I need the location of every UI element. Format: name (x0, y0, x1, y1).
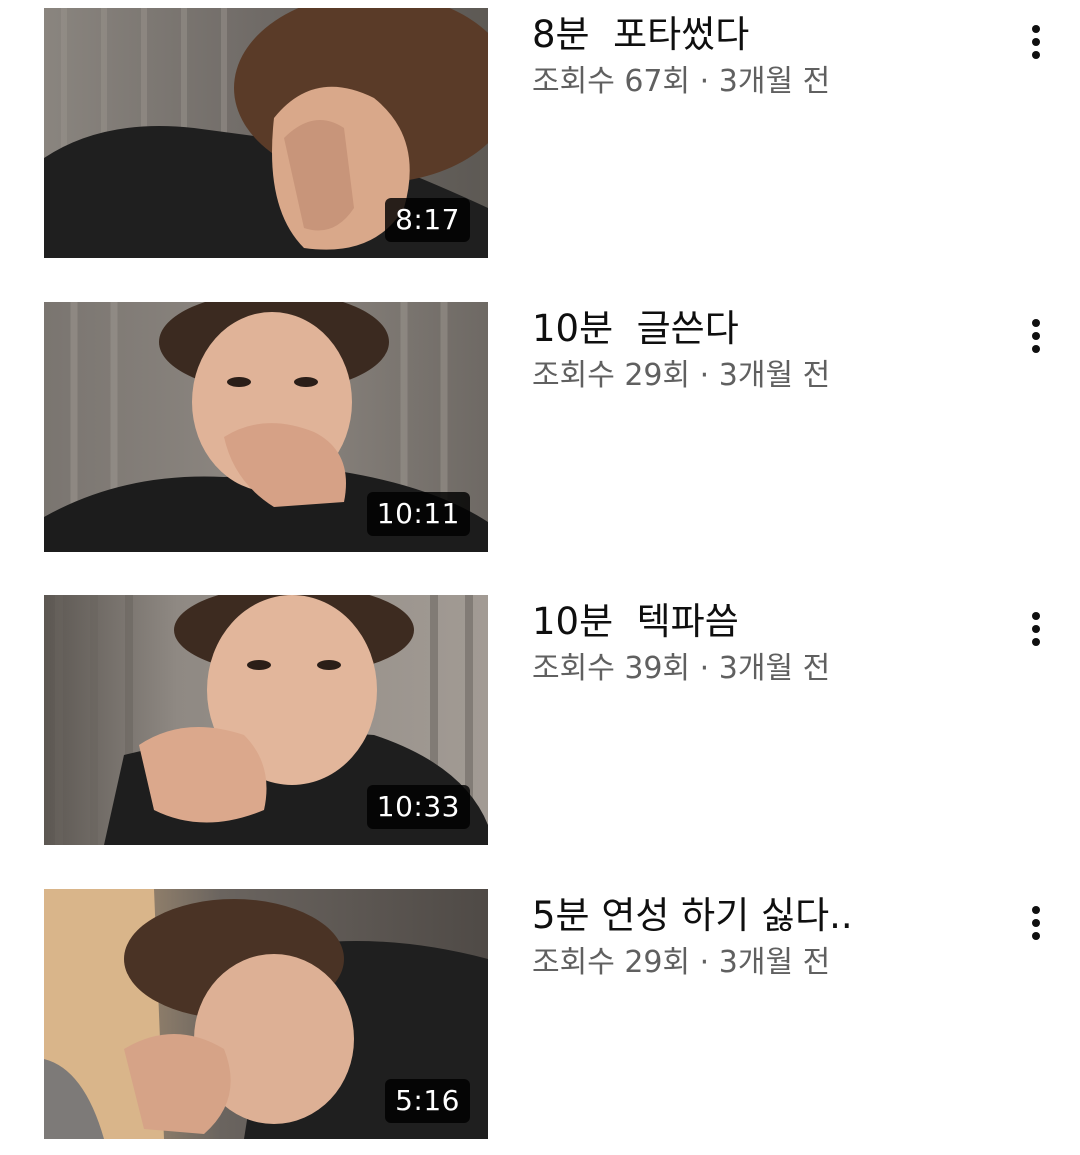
video-meta: 조회수 29회 · 3개월 전 (532, 941, 972, 985)
video-thumbnail[interactable]: 10:11 (44, 302, 488, 552)
upload-age: 3개월 전 (718, 945, 831, 980)
upload-age: 3개월 전 (718, 358, 831, 393)
video-duration-badge: 5:16 (385, 1079, 470, 1123)
video-duration-badge: 10:11 (366, 492, 470, 536)
video-list-item[interactable]: 8:17 8분 포타썼다 조회수 67회 · 3개월 전 (0, 8, 1080, 260)
view-count: 조회수 67회 (532, 64, 691, 99)
upload-age: 3개월 전 (718, 651, 831, 686)
upload-age: 3개월 전 (718, 64, 831, 99)
more-options-button[interactable] (1016, 897, 1056, 949)
more-vert-icon (1032, 612, 1040, 646)
meta-separator: · (699, 651, 710, 686)
video-thumbnail[interactable]: 10:33 (44, 595, 488, 845)
video-list-item[interactable]: 10:11 10분 글쓴다 조회수 29회 · 3개월 전 (0, 302, 1080, 554)
view-count: 조회수 29회 (532, 358, 691, 393)
video-title[interactable]: 8분 포타썼다 (532, 12, 972, 58)
video-duration-badge: 8:17 (385, 198, 470, 242)
more-vert-icon (1032, 319, 1040, 353)
more-options-button[interactable] (1016, 16, 1056, 68)
video-thumbnail[interactable]: 5:16 (44, 889, 488, 1139)
more-vert-icon (1032, 25, 1040, 59)
meta-separator: · (699, 358, 710, 393)
video-list-item[interactable]: 10:33 10분 텍파씀 조회수 39회 · 3개월 전 (0, 595, 1080, 847)
video-title[interactable]: 5분 연성 하기 싫다.. (532, 893, 972, 939)
video-title[interactable]: 10분 텍파씀 (532, 599, 972, 645)
video-duration-badge: 10:33 (366, 785, 470, 829)
video-title[interactable]: 10분 글쓴다 (532, 306, 972, 352)
more-vert-icon (1032, 906, 1040, 940)
video-meta: 조회수 67회 · 3개월 전 (532, 60, 972, 104)
video-meta: 조회수 29회 · 3개월 전 (532, 354, 972, 398)
video-list-item[interactable]: 5:16 5분 연성 하기 싫다.. 조회수 29회 · 3개월 전 (0, 889, 1080, 1141)
more-options-button[interactable] (1016, 310, 1056, 362)
view-count: 조회수 29회 (532, 945, 691, 980)
view-count: 조회수 39회 (532, 651, 691, 686)
more-options-button[interactable] (1016, 603, 1056, 655)
meta-separator: · (699, 945, 710, 980)
video-meta: 조회수 39회 · 3개월 전 (532, 647, 972, 691)
meta-separator: · (699, 64, 710, 99)
video-thumbnail[interactable]: 8:17 (44, 8, 488, 258)
